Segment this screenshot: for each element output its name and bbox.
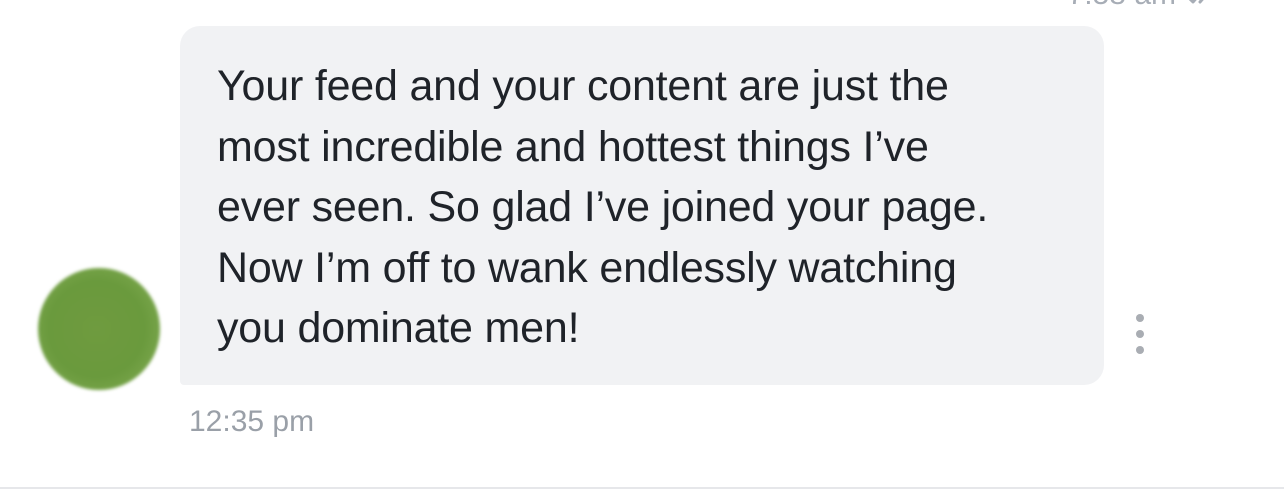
more-vertical-icon: [1136, 330, 1144, 338]
previous-message-time: 7:58 am: [1068, 0, 1176, 10]
previous-message-meta: 7:58 am: [1068, 0, 1222, 10]
more-options-button[interactable]: [1130, 314, 1150, 354]
more-vertical-icon: [1136, 346, 1144, 354]
more-vertical-icon: [1136, 314, 1144, 322]
message-text: Your feed and your content are just the …: [217, 62, 989, 352]
double-check-icon: [1188, 0, 1204, 4]
message-timestamp: 12:35 pm: [189, 405, 315, 438]
message-bubble[interactable]: Your feed and your content are just the …: [180, 26, 1104, 385]
chat-screen: 7:58 am Your feed and your content are j…: [0, 0, 1284, 489]
avatar[interactable]: [38, 268, 160, 390]
